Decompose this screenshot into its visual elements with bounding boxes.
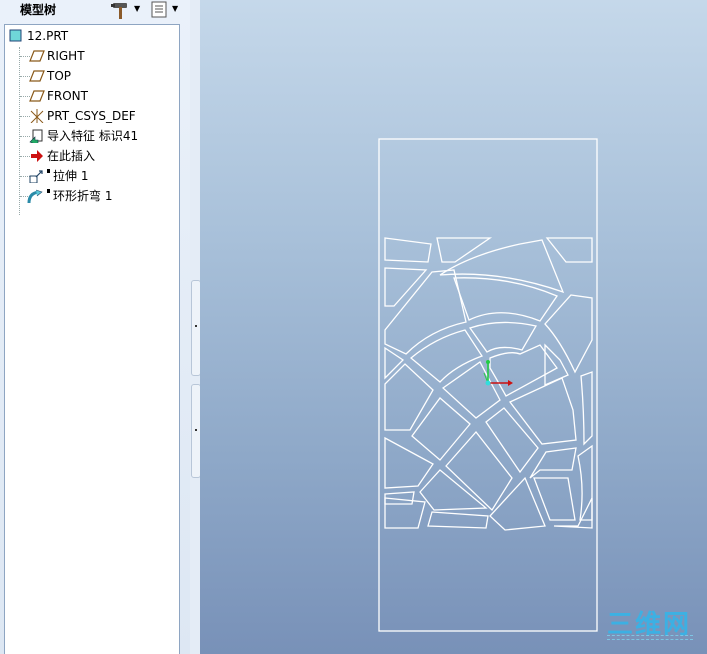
pattern-cell (545, 237, 593, 263)
pattern-cell (384, 497, 426, 529)
list-icon (151, 1, 167, 18)
pattern-cell (419, 469, 488, 511)
tree-tools-button[interactable]: ▼ (108, 0, 144, 20)
pattern-cell (384, 363, 434, 431)
tree-item-import-feature[interactable]: 导入特征 标识41 (5, 127, 179, 145)
tree-item-top[interactable]: TOP (5, 67, 179, 85)
pattern-cell (580, 371, 593, 446)
tree-item-right[interactable]: RIGHT (5, 47, 179, 65)
pattern-cell (409, 329, 483, 383)
pattern-cell (384, 269, 467, 355)
pattern-cell (384, 237, 432, 263)
tree-root-label: 12.PRT (27, 29, 69, 43)
pattern-cell (485, 407, 539, 474)
model-tree-panel: 模型树 ▼ ▼ 12.PRT RIGHT TOP FRONT PRT_CSYS_… (0, 0, 190, 654)
feature-flag-marker (47, 169, 50, 173)
tree-item-toroidal-bend[interactable]: 环形折弯 1 (5, 187, 179, 205)
tree-item-label: PRT_CSYS_DEF (47, 109, 136, 123)
grip-dot (195, 325, 197, 327)
tree-item-front[interactable]: FRONT (5, 87, 179, 105)
toroidal-bend-icon (27, 189, 43, 203)
tree-root-item[interactable]: 12.PRT (5, 27, 179, 45)
tree-show-button[interactable]: ▼ (148, 0, 184, 20)
extrude-icon (29, 170, 43, 183)
watermark-logo: 三维网 (605, 604, 695, 640)
sketch-drawing (378, 138, 598, 632)
feature-flag-marker (47, 189, 50, 193)
tree-item-label: RIGHT (47, 49, 85, 63)
tree-item-label: TOP (47, 69, 72, 83)
pattern-cell (489, 344, 558, 397)
datum-plane-icon (29, 70, 45, 82)
tree-item-insert-here[interactable]: 在此插入 (5, 147, 179, 165)
chevron-down-icon: ▼ (172, 4, 179, 13)
tree-item-label: 在此插入 (47, 149, 96, 163)
coordinate-system-icon (30, 109, 44, 123)
pattern-cell (453, 277, 558, 322)
panel-splitter[interactable] (190, 0, 201, 654)
pattern-cell (439, 239, 565, 294)
tree-item-label: 拉伸 1 (53, 169, 89, 183)
watermark-underline (607, 635, 693, 640)
datum-plane-icon (29, 50, 45, 62)
graphics-viewport[interactable]: 三维网 (200, 0, 707, 654)
tree-item-label: 导入特征 标识41 (47, 129, 139, 143)
hammer-icon (111, 3, 127, 19)
tree-item-csys[interactable]: PRT_CSYS_DEF (5, 107, 179, 125)
tree-item-label: FRONT (47, 89, 88, 103)
pattern-cell (468, 321, 538, 353)
model-tree-header: 模型树 ▼ ▼ (0, 0, 190, 22)
panel-title: 模型树 (20, 3, 57, 17)
pattern-cell (384, 346, 405, 380)
grip-dot (195, 429, 197, 431)
model-tree: 12.PRT RIGHT TOP FRONT PRT_CSYS_DEF 导入特征… (4, 24, 180, 654)
pattern-cell (411, 397, 471, 461)
insert-here-arrow-icon (31, 150, 43, 162)
pattern-cell (529, 447, 577, 479)
pattern-cell (445, 430, 513, 512)
pattern-cell (436, 237, 493, 263)
tree-item-label: 环形折弯 1 (53, 189, 113, 203)
chevron-down-icon: ▼ (134, 4, 141, 13)
pattern-cell (553, 497, 593, 529)
datum-plane-icon (29, 90, 45, 102)
part-icon (9, 29, 22, 42)
pattern-cell (427, 511, 489, 529)
tree-item-extrude[interactable]: 拉伸 1 (5, 167, 179, 185)
pattern-cell (384, 436, 434, 489)
pattern-cell (577, 444, 593, 521)
import-feature-icon (29, 129, 43, 143)
